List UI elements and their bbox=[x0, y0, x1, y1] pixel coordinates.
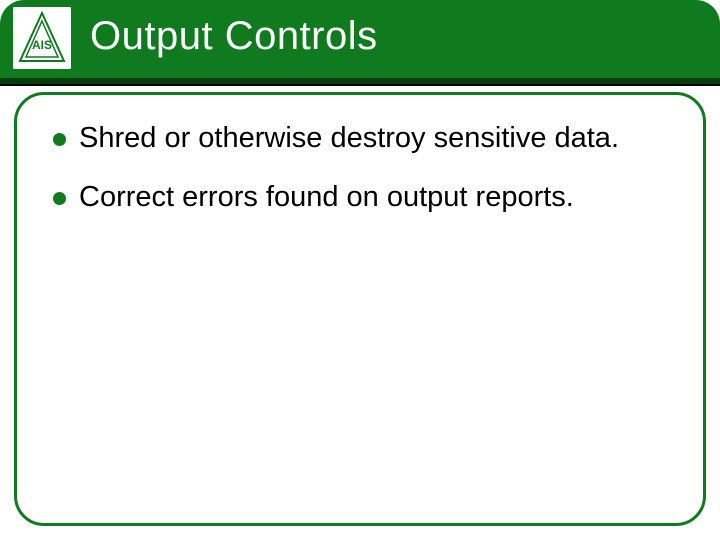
bullet-text: Shred or otherwise destroy sensitive dat… bbox=[79, 122, 619, 154]
content-frame: Shred or otherwise destroy sensitive dat… bbox=[14, 92, 706, 526]
list-item: Shred or otherwise destroy sensitive dat… bbox=[53, 119, 667, 158]
bullet-text: Correct errors found on output reports. bbox=[79, 181, 574, 213]
page-title: Output Controls bbox=[90, 14, 378, 59]
slide: AIS Output Controls Shred or otherwise d… bbox=[0, 0, 720, 540]
list-item: Correct errors found on output reports. bbox=[53, 178, 667, 217]
ais-logo-icon: AIS bbox=[18, 11, 66, 65]
header-underline-thin bbox=[0, 84, 720, 86]
logo: AIS bbox=[12, 6, 72, 70]
bullet-list: Shred or otherwise destroy sensitive dat… bbox=[53, 119, 667, 217]
svg-text:AIS: AIS bbox=[32, 38, 52, 52]
header-bar: AIS Output Controls bbox=[0, 0, 720, 78]
